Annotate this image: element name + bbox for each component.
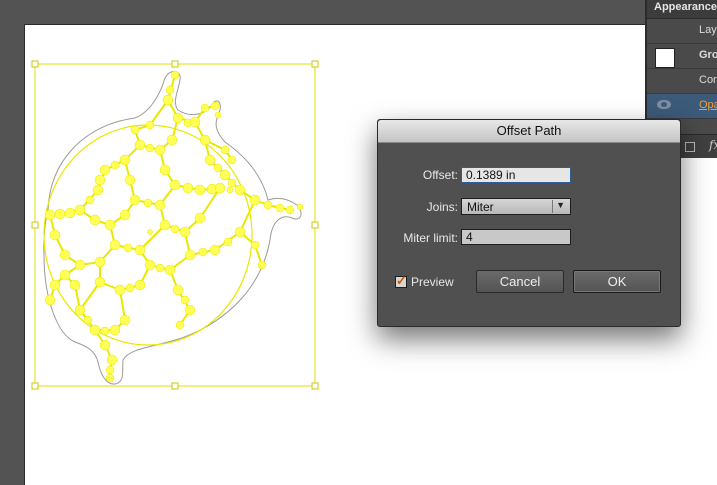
ok-button[interactable]: OK	[573, 270, 661, 293]
cancel-button[interactable]: Cancel	[476, 270, 564, 293]
visibility-eye-icon[interactable]	[657, 100, 671, 109]
panel-row-label: Laye	[699, 24, 717, 36]
panel-row-opacity[interactable]: Opa	[647, 94, 717, 119]
panel-row-label[interactable]: Opa	[699, 99, 717, 111]
preview-checkbox[interactable]	[395, 273, 407, 289]
offset-input[interactable]	[461, 167, 571, 183]
panel-row-label: Gro	[699, 49, 717, 61]
preview-label[interactable]: Preview	[411, 275, 454, 289]
anchor-points	[44, 70, 304, 383]
miter-limit-input[interactable]	[461, 229, 571, 245]
offset-label: Offset:	[422, 168, 458, 182]
panel-row-label: Con	[699, 74, 717, 86]
joins-value: Miter	[467, 200, 494, 214]
panel-row-group[interactable]: Gro	[647, 44, 717, 69]
joins-label: Joins:	[426, 200, 458, 214]
select-divider	[552, 200, 553, 213]
miter-limit-label: Miter limit:	[403, 231, 458, 245]
fill-swatch[interactable]	[655, 48, 675, 68]
panel-row-layer[interactable]: Laye	[647, 19, 717, 44]
add-new-stroke-icon[interactable]	[685, 142, 695, 152]
offset-path-dialog: Offset Path Offset: Joins: Miter ▼ Miter…	[377, 119, 681, 327]
panel-title[interactable]: Appearance	[647, 0, 717, 19]
add-effect-icon[interactable]: fx	[709, 138, 717, 152]
dialog-title[interactable]: Offset Path	[378, 120, 680, 143]
dropdown-arrow-icon[interactable]: ▼	[556, 200, 565, 210]
panel-row-contents[interactable]: Con	[647, 69, 717, 94]
joins-select[interactable]: Miter ▼	[461, 198, 571, 215]
